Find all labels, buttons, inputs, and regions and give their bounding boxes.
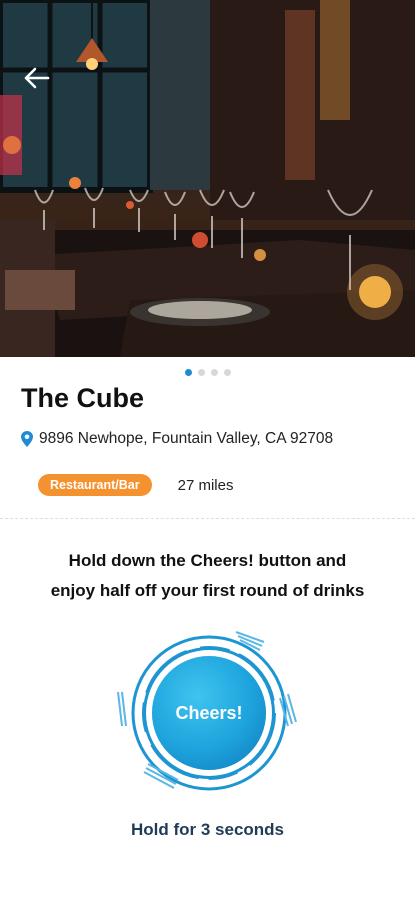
promo-text: Hold down the Cheers! button and enjoy h… [0, 546, 415, 606]
promo-line-1: Hold down the Cheers! button and [68, 551, 347, 570]
map-pin-icon [21, 431, 33, 447]
address-row: 9896 Newhope, Fountain Valley, CA 92708 [21, 430, 333, 448]
cheers-button-label: Cheers! [175, 702, 243, 723]
back-button[interactable] [22, 66, 64, 108]
distance-text: 27 miles [177, 476, 234, 494]
section-divider [0, 518, 415, 519]
venue-hero-image [0, 0, 415, 357]
cheers-widget: Cheers! [114, 622, 304, 800]
venue-meta-row: Restaurant/Bar 27 miles [38, 474, 233, 496]
category-badge: Restaurant/Bar [38, 474, 152, 496]
venue-address: 9896 Newhope, Fountain Valley, CA 92708 [39, 430, 334, 447]
carousel-dot-2[interactable] [197, 369, 205, 376]
carousel-dot-1[interactable] [184, 369, 192, 376]
restaurant-photo [0, 0, 415, 357]
venue-name: The Cube [21, 383, 145, 413]
arrow-left-icon [24, 67, 50, 89]
hold-instruction: Hold for 3 seconds [130, 820, 285, 839]
carousel-dot-4[interactable] [223, 369, 231, 376]
carousel-dot-3[interactable] [210, 369, 218, 376]
promo-line-2: enjoy half off your first round of drink… [50, 581, 365, 600]
cheers-button[interactable]: Cheers! [152, 656, 266, 770]
carousel-indicator [0, 369, 415, 376]
